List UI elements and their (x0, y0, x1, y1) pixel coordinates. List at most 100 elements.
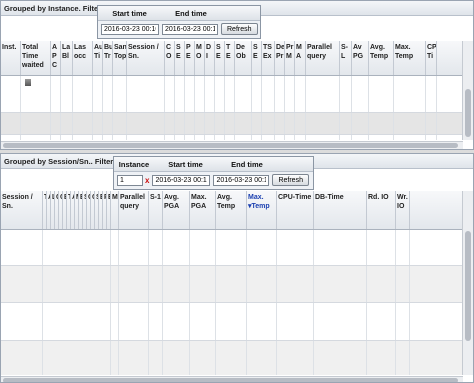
instance-table-row[interactable] (1, 76, 463, 113)
session-table-row[interactable] (1, 341, 463, 375)
session-cell-m (111, 341, 119, 375)
session-table-row[interactable] (1, 230, 463, 266)
instance-horizontal-scrollbar[interactable] (1, 141, 463, 149)
instance-col-header: Bu Tr (103, 41, 113, 75)
instance-cell-mid (205, 113, 215, 134)
instance-cell-avg_temp (369, 76, 394, 112)
instance-cell-cpu (426, 76, 437, 112)
session-col-header: DB-Time (314, 191, 367, 229)
instance-col-header: Av PG (352, 41, 369, 75)
instance-cell-mid (185, 135, 195, 140)
session-table-row[interactable] (1, 303, 463, 341)
refresh-button[interactable]: Refresh (221, 23, 258, 35)
session-cell-s1 (149, 230, 163, 265)
instance-cell-san (113, 113, 127, 134)
session-table-row[interactable] (1, 266, 463, 303)
session-cell-avg_pga (163, 303, 190, 340)
session-start-time-input[interactable] (152, 174, 211, 186)
instance-cell-mid (205, 135, 215, 140)
instance-col-header: San Top (113, 41, 127, 75)
instance-cell-sl (340, 113, 352, 134)
instance-col-header: S E (215, 41, 225, 75)
session-cell-wr (396, 266, 410, 302)
instance-cell-max_temp (394, 113, 426, 134)
session-cell-narrow (43, 230, 111, 265)
instance-col-header: A P C (51, 41, 61, 75)
instance-col-header: M A (295, 41, 306, 75)
instance-cell-avpg (352, 113, 369, 134)
instance-cell-sl (340, 76, 352, 112)
session-cell-parallel (119, 266, 149, 302)
session-table: Session / Sn.TALCCBTAMESCOSEPEMParallel … (1, 191, 463, 375)
end-time-input[interactable] (162, 23, 218, 35)
instance-cell-au (93, 113, 103, 134)
session-vscroll-thumb[interactable] (465, 231, 471, 341)
session-cell-avg_pga (163, 266, 190, 302)
session-cell-s1 (149, 341, 163, 375)
session-end-time-input[interactable] (213, 174, 270, 186)
session-cell-session (1, 266, 43, 302)
instance-cell-mid (295, 135, 306, 140)
instance-filter: Start time End time Refresh (97, 5, 261, 39)
instance-cell-la (61, 135, 73, 140)
instance-input[interactable] (117, 174, 143, 186)
instance-vscroll-thumb[interactable] (465, 89, 471, 137)
instance-cell-au (93, 76, 103, 112)
instance-cell-mid (275, 135, 285, 140)
session-cell-s1 (149, 303, 163, 340)
instance-col-header: M O (195, 41, 205, 75)
session-col-header: S-1 (149, 191, 163, 229)
instance-cell-mid (252, 113, 262, 134)
session-cell-rd (367, 230, 396, 265)
start-time-input[interactable] (101, 23, 159, 35)
session-hscroll-thumb[interactable] (3, 378, 458, 382)
session-filter: Instance Start time End time x Refresh (113, 156, 314, 190)
session-cell-narrow (43, 341, 111, 375)
session-col-header: Max. ▾Temp (247, 191, 277, 229)
instance-col-header: Avg. Temp (369, 41, 394, 75)
instance-col-header: Max. Temp (394, 41, 426, 75)
instance-cell-parallel (306, 76, 340, 112)
instance-vertical-scrollbar[interactable] (462, 41, 473, 140)
instance-col-header: La Bl (61, 41, 73, 75)
instance-hscroll-thumb[interactable] (3, 143, 458, 148)
instance-cell-total (21, 113, 51, 134)
instance-cell-session (127, 135, 165, 140)
instance-cell-san (113, 135, 127, 140)
instance-cell-a (51, 135, 61, 140)
session-start-time-label: Start time (168, 160, 203, 169)
session-cell-m (111, 266, 119, 302)
instance-cell-mid (175, 113, 185, 134)
instance-cell-la (61, 113, 73, 134)
instance-cell-session (127, 113, 165, 134)
instance-cell-la (61, 76, 73, 112)
instance-cell-total (21, 135, 51, 140)
session-cell-parallel (119, 341, 149, 375)
session-cell-db (314, 266, 367, 302)
instance-cell-las (73, 76, 93, 112)
clear-instance-icon[interactable]: x (145, 176, 149, 185)
instance-cell-avg_temp (369, 135, 394, 140)
instance-col-header: S E (252, 41, 262, 75)
session-horizontal-scrollbar[interactable] (1, 376, 463, 382)
instance-cell-mid (285, 135, 295, 140)
session-vertical-scrollbar[interactable] (462, 191, 473, 375)
instance-table-row[interactable] (1, 135, 463, 140)
instance-cell-sl (340, 135, 352, 140)
instance-table-row[interactable] (1, 113, 463, 135)
instance-cell-a (51, 76, 61, 112)
instance-cell-mid (185, 113, 195, 134)
instance-cell-parallel (306, 135, 340, 140)
session-refresh-button[interactable]: Refresh (272, 174, 309, 186)
instance-cell-inst (1, 135, 21, 140)
session-cell-parallel (119, 303, 149, 340)
session-panel: Grouped by Session/Sn.. Filter: Instance… (0, 153, 474, 383)
session-cell-cpu (277, 341, 314, 375)
instance-cell-mid (205, 76, 215, 112)
session-cell-db (314, 341, 367, 375)
session-col-header: Wr. IO (396, 191, 410, 229)
session-cell-db (314, 303, 367, 340)
instance-cell-mid (235, 135, 252, 140)
session-cell-max_pga (190, 266, 216, 302)
instance-cell-au (93, 135, 103, 140)
